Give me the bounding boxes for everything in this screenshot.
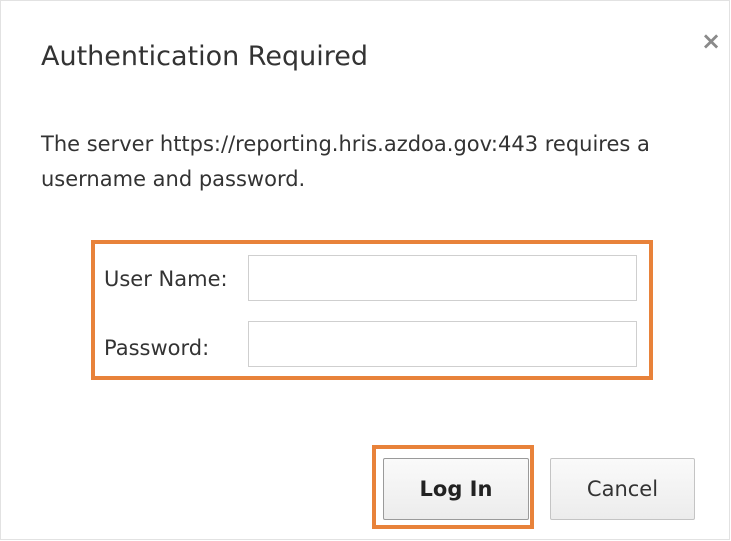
password-label: Password: xyxy=(104,336,210,360)
auth-dialog: Authentication Required × The server htt… xyxy=(0,0,730,540)
dialog-title: Authentication Required xyxy=(41,41,368,72)
username-label: User Name: xyxy=(104,267,228,291)
close-icon[interactable]: × xyxy=(698,28,724,54)
username-input[interactable] xyxy=(248,255,637,301)
login-button[interactable]: Log In xyxy=(383,458,529,520)
password-input[interactable] xyxy=(248,321,637,367)
cancel-button[interactable]: Cancel xyxy=(550,458,695,520)
dialog-message: The server https://reporting.hris.azdoa.… xyxy=(41,132,650,191)
